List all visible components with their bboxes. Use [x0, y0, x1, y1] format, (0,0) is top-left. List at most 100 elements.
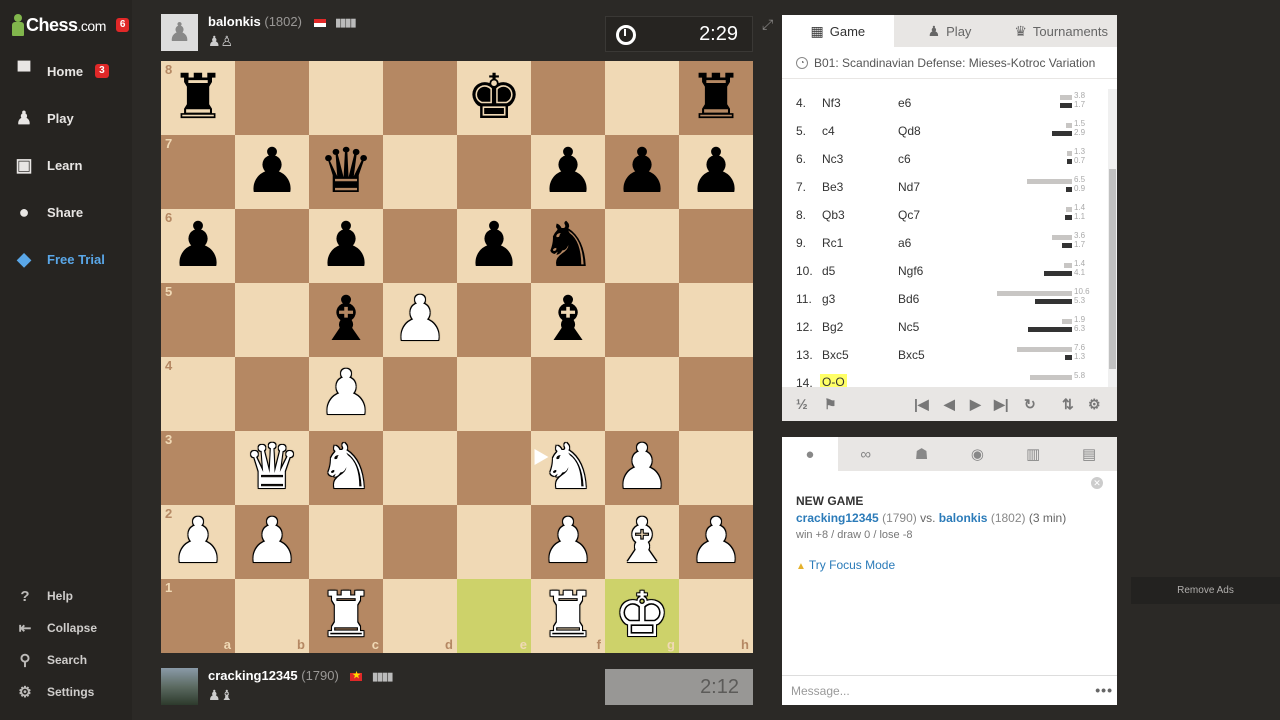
square-d5[interactable]: ♟ [383, 283, 457, 357]
square-b3[interactable]: ♛ [235, 431, 309, 505]
sidebar-collapse-button[interactable]: ⇤ Collapse [16, 617, 97, 639]
square-c5[interactable]: ♝ [309, 283, 383, 357]
black-move[interactable]: c6 [898, 152, 911, 166]
messages-icon[interactable]: ◉ [949, 437, 1005, 471]
white-bishop-icon[interactable]: ♝ [614, 511, 670, 573]
bottom-player-name[interactable]: cracking12345 [208, 668, 298, 683]
top-player-name[interactable]: balonkis [208, 14, 261, 29]
square-c8[interactable] [309, 61, 383, 135]
explore-icon[interactable]: ▥ [1005, 437, 1061, 471]
square-c4[interactable]: ♟ [309, 357, 383, 431]
square-b8[interactable] [235, 61, 309, 135]
square-g6[interactable] [605, 209, 679, 283]
square-f8[interactable] [531, 61, 605, 135]
sidebar-settings-button[interactable]: ⚙ Settings [16, 681, 94, 703]
remove-ads-button[interactable]: Remove Ads [1131, 577, 1280, 604]
white-move[interactable]: Qb3 [822, 208, 845, 222]
square-f4[interactable] [531, 357, 605, 431]
white-move[interactable]: Bg2 [822, 320, 843, 334]
sidebar-item-share[interactable]: ● Share [12, 197, 127, 227]
white-pawn-icon[interactable]: ♟ [170, 511, 226, 573]
white-move[interactable]: d5 [822, 264, 835, 278]
white-move[interactable]: c4 [822, 124, 835, 138]
close-icon[interactable]: ✕ [1091, 477, 1103, 489]
square-e6[interactable]: ♟ [457, 209, 531, 283]
square-g4[interactable] [605, 357, 679, 431]
square-h7[interactable]: ♟ [679, 135, 753, 209]
offer-draw-button[interactable]: ½ [796, 396, 808, 412]
square-g8[interactable] [605, 61, 679, 135]
scrollbar-thumb[interactable] [1109, 169, 1116, 369]
white-rook-icon[interactable]: ♜ [318, 585, 374, 647]
player2-link[interactable]: balonkis [939, 511, 988, 525]
black-pawn-icon[interactable]: ♟ [688, 141, 744, 203]
square-h6[interactable] [679, 209, 753, 283]
square-h3[interactable] [679, 431, 753, 505]
square-f1[interactable]: f ♜ [531, 579, 605, 653]
square-c3[interactable]: ♞ [309, 431, 383, 505]
binoculars-icon[interactable]: ∞ [838, 437, 894, 471]
black-move[interactable]: Qd8 [898, 124, 921, 138]
square-d4[interactable] [383, 357, 457, 431]
square-h2[interactable]: ♟ [679, 505, 753, 579]
square-g2[interactable]: ♝ [605, 505, 679, 579]
archive-icon[interactable]: ▤ [1061, 437, 1117, 471]
bottom-player-avatar[interactable] [161, 668, 198, 705]
black-pawn-icon[interactable]: ♟ [244, 141, 300, 203]
square-g3[interactable]: ♟ [605, 431, 679, 505]
black-rook-icon[interactable]: ♜ [170, 67, 226, 129]
black-move[interactable]: Qc7 [898, 208, 920, 222]
black-rook-icon[interactable]: ♜ [688, 67, 744, 129]
white-knight-icon[interactable]: ♞ [540, 437, 596, 499]
white-knight-icon[interactable]: ♞ [318, 437, 374, 499]
player1-link[interactable]: cracking12345 [796, 511, 879, 525]
black-move[interactable]: a6 [898, 236, 911, 250]
sidebar-item-home[interactable]: ▀ Home 3 [12, 56, 127, 86]
black-bishop-icon[interactable]: ♝ [540, 289, 596, 351]
square-e8[interactable]: ♚ [457, 61, 531, 135]
resign-flag-icon[interactable]: ⚑ [824, 396, 837, 413]
black-move[interactable]: Nc5 [898, 320, 919, 334]
chat-icon[interactable]: ● [782, 437, 838, 471]
settings-gear-icon[interactable]: ⚙ [1088, 396, 1101, 413]
tab-tournaments[interactable]: ♛ Tournaments [1005, 15, 1117, 47]
square-h4[interactable] [679, 357, 753, 431]
square-d7[interactable] [383, 135, 457, 209]
square-a3[interactable]: 3 [161, 431, 235, 505]
white-move[interactable]: Be3 [822, 180, 843, 194]
white-move[interactable]: Bxc5 [822, 348, 849, 362]
square-a1[interactable]: 1a [161, 579, 235, 653]
square-e1[interactable]: e [457, 579, 531, 653]
square-f2[interactable]: ♟ [531, 505, 605, 579]
black-king-icon[interactable]: ♚ [466, 67, 522, 129]
black-move[interactable]: Bxc5 [898, 348, 925, 362]
white-pawn-icon[interactable]: ♟ [614, 437, 670, 499]
white-king-icon[interactable]: ♚ [614, 585, 670, 647]
friends-icon[interactable]: ☗ [894, 437, 950, 471]
refresh-icon[interactable]: ↻ [1024, 396, 1036, 413]
chess-com-logo[interactable]: Chess.com 6 [12, 10, 130, 40]
focus-mode-link[interactable]: ▲ Try Focus Mode [796, 558, 895, 572]
white-pawn-icon[interactable]: ♟ [318, 363, 374, 425]
square-a2[interactable]: 2 ♟ [161, 505, 235, 579]
square-e5[interactable] [457, 283, 531, 357]
square-d2[interactable] [383, 505, 457, 579]
white-queen-icon[interactable]: ♛ [244, 437, 300, 499]
square-d1[interactable]: d [383, 579, 457, 653]
sidebar-search-button[interactable]: ⚲ Search [16, 649, 88, 671]
square-c7[interactable]: ♛ [309, 135, 383, 209]
white-move[interactable]: Nc3 [822, 152, 843, 166]
message-input[interactable]: Message... ••• [782, 675, 1117, 705]
black-move[interactable]: Nd7 [898, 180, 920, 194]
chess-board[interactable]: 8 ♜ ♚ ♜ 7 ♟ ♛ ♟ ♟ ♟ 6 ♟ ♟ ♟ ♞ 5 ♝ ♟ ♝ 4 ♟ 3 ♛ ♞ ♞ ♟ 2 ♟ ♟ ♟ ♝ ♟ 1 a b c ♜ d e f… [161, 61, 753, 653]
previous-move-icon[interactable]: ◀ [944, 396, 955, 413]
square-a7[interactable]: 7 [161, 135, 235, 209]
sidebar-item-free-trial[interactable]: ◆ Free Trial [12, 244, 127, 274]
square-a8[interactable]: 8 ♜ [161, 61, 235, 135]
white-move[interactable]: g3 [822, 292, 835, 306]
square-c1[interactable]: c ♜ [309, 579, 383, 653]
white-rook-icon[interactable]: ♜ [540, 585, 596, 647]
black-pawn-icon[interactable]: ♟ [318, 215, 374, 277]
square-c6[interactable]: ♟ [309, 209, 383, 283]
square-e3[interactable] [457, 431, 531, 505]
